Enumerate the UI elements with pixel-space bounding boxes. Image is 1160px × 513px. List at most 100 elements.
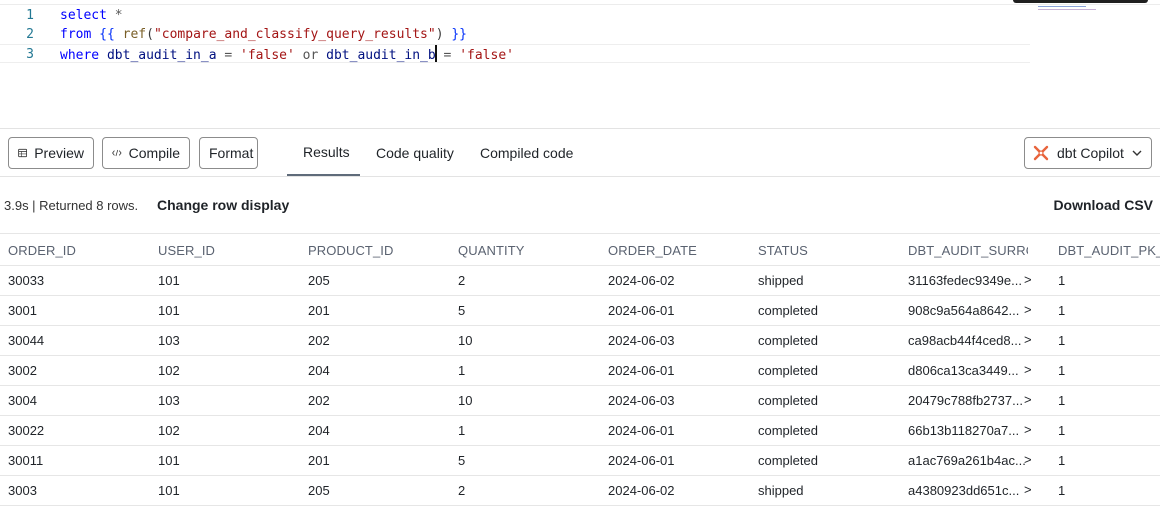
table-cell: 1 [1058, 333, 1066, 348]
code-token: where [60, 48, 100, 63]
tab-results-label: Results [303, 143, 350, 160]
table-cell: 101 [158, 273, 180, 288]
expand-cell-icon[interactable]: > [1024, 266, 1032, 296]
table-row[interactable]: 30044 103 202 10 2024-06-03 completed ca98acb4… [0, 326, 1160, 356]
expand-cell-icon[interactable]: > [1024, 296, 1032, 326]
table-cell: 2024-06-02 [608, 273, 675, 288]
table-cell: 908c9a564a8642... [908, 303, 1020, 318]
tab-compiled-code-label: Compiled code [480, 144, 574, 161]
results-table: ORDER_ID USER_ID PRODUCT_ID QUANTITY ORDER_D… [0, 235, 1160, 506]
expand-cell-icon[interactable]: > [1024, 416, 1032, 446]
table-cell: a1ac769a261b4ac... [908, 453, 1026, 468]
table-cell: 30033 [8, 273, 45, 288]
table-cell: d806ca13ca3449... [908, 363, 1019, 378]
tab-code-quality[interactable]: Code quality [360, 129, 470, 176]
table-row[interactable]: 3001 101 201 5 2024-06-01 completed 908c9a564a… [0, 296, 1160, 326]
expand-cell-icon[interactable]: > [1024, 476, 1032, 506]
code-line[interactable]: 3 where dbt_audit_in_a = 'false' or dbt_a… [0, 44, 1030, 63]
expand-cell-icon[interactable]: > [1024, 386, 1032, 416]
code-token: dbt_audit_in_a [99, 48, 225, 63]
preview-label: Preview [34, 145, 84, 161]
tab-compiled-code[interactable]: Compiled code [464, 129, 589, 176]
results-status-bar: 3.9s | Returned 8 rows. Change row displ… [0, 177, 1160, 234]
table-cell: 1 [1058, 453, 1066, 468]
table-row[interactable]: 30033 101 205 2 2024-06-02 shipped 31163fedec9… [0, 266, 1160, 296]
table-cell: 101 [158, 303, 180, 318]
column-header[interactable]: STATUS [758, 235, 898, 266]
dbt-copilot-button[interactable]: dbt Copilot [1024, 137, 1152, 169]
preview-button[interactable]: Preview [8, 137, 94, 169]
table-cell: 20479c788fb2737... [908, 393, 1023, 408]
column-header[interactable]: DBT_AUDIT_SURROGATE_KEY [908, 235, 1028, 266]
column-header[interactable]: PRODUCT_ID [308, 235, 448, 266]
table-row[interactable]: 3002 102 204 1 2024-06-01 completed d806ca13ca… [0, 356, 1160, 386]
chevron-down-icon [1132, 150, 1142, 156]
change-row-display-link[interactable]: Change row display [157, 197, 289, 213]
code-text: where dbt_audit_in_a = 'false' or dbt_au… [60, 45, 514, 65]
code-token: dbt_audit_in_b [318, 48, 436, 63]
table-row[interactable]: 30011 101 201 5 2024-06-01 completed a1ac769a2… [0, 446, 1160, 476]
download-csv-link[interactable]: Download CSV [1053, 197, 1153, 213]
table-cell: 1 [1058, 393, 1066, 408]
table-cell: 202 [308, 333, 330, 348]
column-header[interactable]: ORDER_DATE [608, 235, 748, 266]
tab-results[interactable]: Results [287, 129, 360, 176]
table-cell: 2024-06-01 [608, 453, 675, 468]
table-cell: 103 [158, 333, 180, 348]
editor-minimap[interactable] [1038, 6, 1098, 14]
compile-button[interactable]: Compile [102, 137, 190, 169]
line-number: 3 [26, 47, 34, 62]
column-header[interactable]: ORDER_ID [8, 235, 148, 266]
code-line[interactable]: 2 from {{ ref("compare_and_classify_query… [0, 25, 1030, 44]
table-cell: 1 [1058, 483, 1066, 498]
code-token: 'false' [459, 48, 514, 63]
table-cell: 5 [458, 453, 466, 468]
compile-label: Compile [128, 145, 180, 161]
code-token: {{ [99, 27, 115, 42]
editor-corner-bar [1013, 0, 1148, 3]
code-icon [112, 149, 122, 157]
run-info: 3.9s | Returned 8 rows. [4, 198, 139, 213]
table-cell: 2 [458, 273, 466, 288]
format-button[interactable]: Format [199, 137, 258, 169]
table-cell: 1 [1058, 303, 1066, 318]
table-cell: 10 [458, 393, 473, 408]
table-cell: 102 [158, 423, 180, 438]
code-token: ref [122, 27, 147, 42]
code-token: }} [451, 27, 468, 42]
table-cell: completed [758, 453, 818, 468]
tab-code-quality-label: Code quality [376, 144, 454, 161]
line-number: 2 [26, 27, 34, 42]
expand-cell-icon[interactable]: > [1024, 446, 1032, 476]
table-cell: 204 [308, 423, 330, 438]
expand-cell-icon[interactable]: > [1024, 326, 1032, 356]
column-header[interactable]: QUANTITY [458, 235, 598, 266]
table-row[interactable]: 30022 102 204 1 2024-06-01 completed 66b13b118… [0, 416, 1160, 446]
code-token: from [60, 27, 92, 42]
column-header[interactable]: DBT_AUDIT_PK_ROW_NUM [1058, 235, 1160, 266]
table-row[interactable]: 3004 103 202 10 2024-06-03 completed 20479c788… [0, 386, 1160, 416]
code-line[interactable]: 1 select * [0, 6, 1030, 25]
table-cell: 10 [458, 333, 473, 348]
table-cell: 3004 [8, 393, 37, 408]
table-cell: 201 [308, 303, 330, 318]
table-row[interactable]: 3003 101 205 2 2024-06-02 shipped a4380923dd65… [0, 476, 1160, 506]
table-cell: 30022 [8, 423, 45, 438]
code-token: select [60, 8, 107, 23]
format-label: Format [209, 145, 254, 161]
table-cell: a4380923dd651c... [908, 483, 1020, 498]
table-cell: completed [758, 423, 818, 438]
table-cell: 31163fedec9349e... [908, 273, 1022, 288]
expand-cell-icon[interactable]: > [1024, 356, 1032, 386]
editor-top-border [0, 0, 1160, 5]
table-cell: 3001 [8, 303, 37, 318]
column-header[interactable]: USER_ID [158, 235, 298, 266]
table-cell: ca98acb44f4ced8... [908, 333, 1022, 348]
table-cell: 2024-06-01 [608, 303, 675, 318]
code-text: select * [60, 6, 123, 25]
sql-editor[interactable]: 1 select * 2 from {{ ref("compare_and_class… [0, 0, 1160, 128]
table-cell: 5 [458, 303, 466, 318]
